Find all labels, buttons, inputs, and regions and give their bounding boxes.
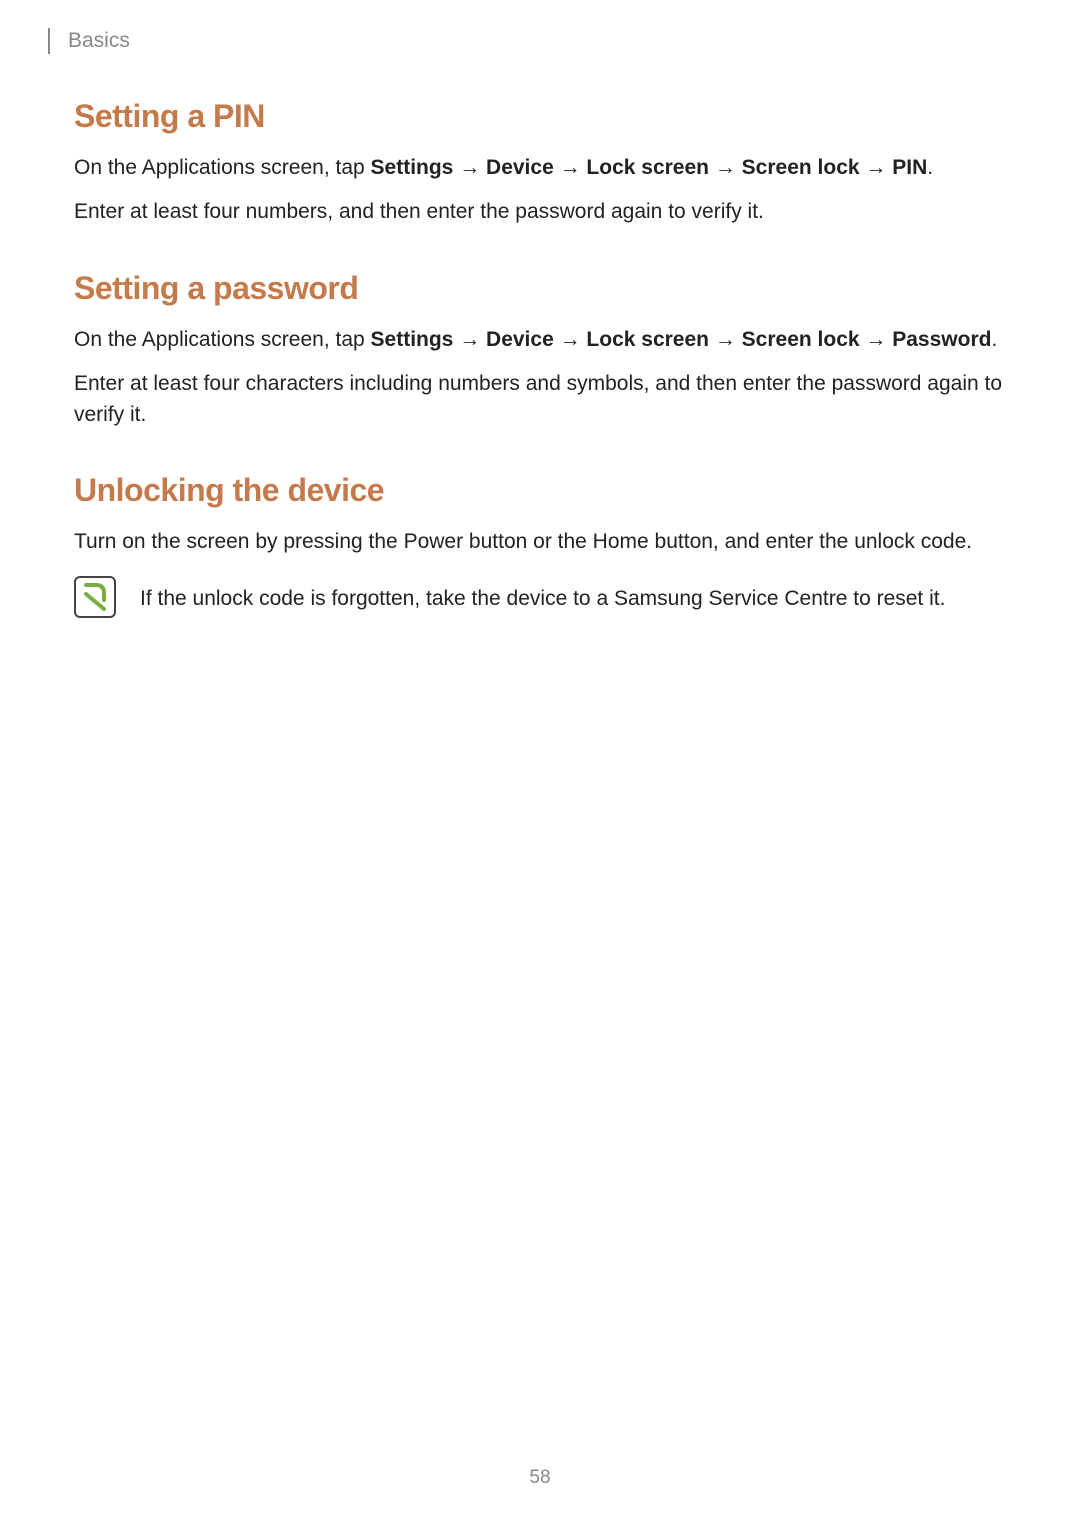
arrow: →: [453, 328, 486, 351]
password-nav-screenlock: Screen lock: [742, 328, 860, 351]
arrow: →: [554, 156, 587, 179]
note-callout: If the unlock code is forgotten, take th…: [74, 576, 1006, 618]
header-section-label: Basics: [68, 29, 130, 53]
arrow: →: [860, 156, 893, 179]
arrow: →: [453, 156, 486, 179]
page-header: Basics: [48, 28, 130, 54]
pin-nav-settings: Settings: [371, 156, 454, 179]
password-navigation-text: On the Applications screen, tap Settings…: [74, 325, 1006, 355]
arrow: →: [709, 328, 742, 351]
unlock-instruction-text: Turn on the screen by pressing the Power…: [74, 527, 1006, 557]
arrow: →: [554, 328, 587, 351]
pin-nav-screenlock: Screen lock: [742, 156, 860, 179]
pin-instruction-text: Enter at least four numbers, and then en…: [74, 197, 1006, 227]
header-divider-bar: [48, 28, 50, 54]
password-nav-device: Device: [486, 328, 554, 351]
arrow-trail: →: [860, 328, 893, 351]
pin-nav-pin: PIN: [892, 156, 927, 179]
pin-nav-lockscreen: Lock screen: [586, 156, 709, 179]
heading-setting-password: Setting a password: [74, 270, 1006, 307]
pin-navigation-text: On the Applications screen, tap Settings…: [74, 153, 1006, 183]
note-icon: [74, 576, 116, 618]
page-content: Setting a PIN On the Applications screen…: [74, 98, 1006, 618]
password-nav-lockscreen: Lock screen: [586, 328, 709, 351]
note-text: If the unlock code is forgotten, take th…: [140, 576, 945, 614]
pin-intro: On the Applications screen, tap: [74, 156, 371, 179]
password-nav-settings: Settings: [371, 328, 454, 351]
heading-unlocking-device: Unlocking the device: [74, 472, 1006, 509]
arrow: →: [709, 156, 742, 179]
pin-nav-device: Device: [486, 156, 554, 179]
period: .: [927, 156, 933, 179]
password-intro: On the Applications screen, tap: [74, 328, 371, 351]
password-nav-password: Password: [892, 328, 991, 351]
period: .: [991, 328, 997, 351]
heading-setting-pin: Setting a PIN: [74, 98, 1006, 135]
password-instruction-text: Enter at least four characters including…: [74, 369, 1006, 430]
page-number: 58: [0, 1467, 1080, 1489]
